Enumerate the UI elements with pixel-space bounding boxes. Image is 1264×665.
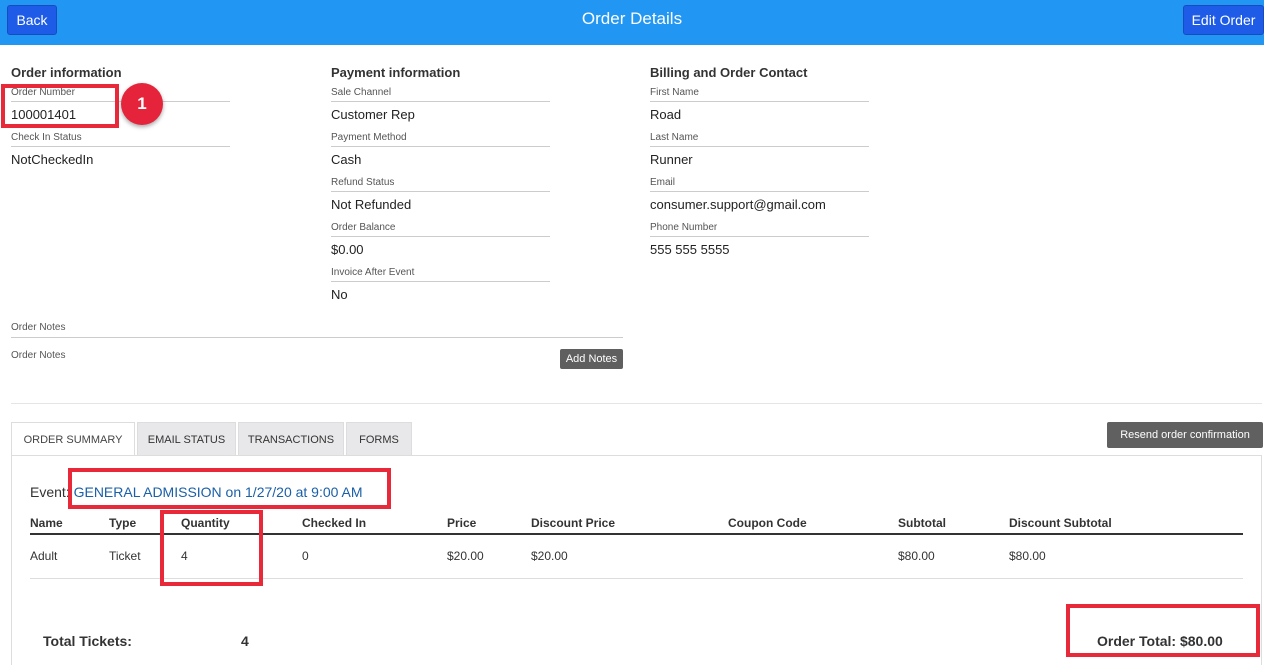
edit-order-button[interactable]: Edit Order	[1183, 5, 1264, 35]
step-number-badge: 1	[121, 83, 163, 125]
field-label: Invoice After Event	[331, 267, 550, 282]
check-in-status-field: Check In Status NotCheckedIn	[11, 132, 230, 177]
billing-contact-heading: Billing and Order Contact	[650, 65, 808, 80]
order-tabs: ORDER SUMMARY EMAIL STATUS TRANSACTIONS …	[11, 422, 414, 456]
field-value: Customer Rep	[331, 107, 415, 122]
cell-name: Adult	[30, 534, 109, 579]
cell-price: $20.00	[447, 534, 531, 579]
total-tickets-value: 4	[241, 633, 249, 649]
tab-forms[interactable]: FORMS	[346, 422, 412, 456]
tab-transactions[interactable]: TRANSACTIONS	[238, 422, 344, 456]
order-notes-section-label: Order Notes	[11, 322, 66, 333]
cell-checked-in: 0	[302, 534, 447, 579]
cell-discount-price: $20.00	[531, 534, 728, 579]
column-header-name: Name	[30, 512, 109, 535]
invoice-after-event-field: Invoice After Event No	[331, 267, 550, 312]
sale-channel-field: Sale Channel Customer Rep	[331, 87, 550, 132]
event-prefix: Event:	[30, 484, 70, 500]
column-header-discount-subtotal: Discount Subtotal	[1009, 512, 1243, 535]
page-title: Order Details	[581, 9, 683, 28]
field-label: Last Name	[650, 132, 869, 147]
cell-subtotal: $80.00	[898, 534, 1009, 579]
divider	[11, 337, 623, 338]
top-bar: Back Order Details Edit Order	[0, 0, 1264, 45]
refund-status-field: Refund Status Not Refunded	[331, 177, 550, 222]
field-label: Phone Number	[650, 222, 869, 237]
highlight-box-order-number	[1, 84, 119, 128]
order-balance-field: Order Balance $0.00	[331, 222, 550, 267]
column-header-price: Price	[447, 512, 531, 535]
order-notes-label: Order Notes	[11, 350, 66, 361]
add-notes-button[interactable]: Add Notes	[560, 349, 623, 369]
order-information-heading: Order information	[11, 65, 122, 80]
field-label: Sale Channel	[331, 87, 550, 102]
field-label: Payment Method	[331, 132, 550, 147]
cell-discount-subtotal: $80.00	[1009, 534, 1243, 579]
tab-email-status[interactable]: EMAIL STATUS	[137, 422, 236, 456]
total-tickets-label: Total Tickets:	[43, 633, 132, 649]
divider	[11, 403, 1262, 404]
field-value: Road	[650, 107, 682, 122]
field-label: Refund Status	[331, 177, 550, 192]
highlight-box-order-total	[1066, 604, 1260, 657]
field-value: consumer.support@gmail.com	[650, 197, 826, 212]
cell-coupon-code	[728, 534, 898, 579]
column-header-subtotal: Subtotal	[898, 512, 1009, 535]
field-value: Runner	[650, 152, 693, 167]
field-value: NotCheckedIn	[11, 152, 94, 167]
field-label: Order Balance	[331, 222, 550, 237]
field-label: Check In Status	[11, 132, 230, 147]
field-value: Not Refunded	[331, 197, 412, 212]
payment-information-heading: Payment information	[331, 65, 461, 80]
first-name-field: First Name Road	[650, 87, 869, 132]
last-name-field: Last Name Runner	[650, 132, 869, 177]
billing-contact-section: Billing and Order Contact First Name Roa…	[650, 65, 869, 267]
resend-confirmation-button[interactable]: Resend order confirmation	[1107, 422, 1263, 448]
email-field: Email consumer.support@gmail.com	[650, 177, 869, 222]
tab-order-summary[interactable]: ORDER SUMMARY	[11, 422, 135, 456]
column-header-checked-in: Checked In	[302, 512, 447, 535]
field-label: Email	[650, 177, 869, 192]
column-header-coupon-code: Coupon Code	[728, 512, 898, 535]
payment-method-field: Payment Method Cash	[331, 132, 550, 177]
highlight-box-event	[68, 468, 391, 509]
phone-number-field: Phone Number 555 555 5555	[650, 222, 869, 267]
field-value: 555 555 5555	[650, 242, 730, 257]
field-value: $0.00	[331, 242, 364, 257]
field-value: Cash	[331, 152, 362, 167]
highlight-box-quantity	[160, 510, 263, 586]
field-label: First Name	[650, 87, 869, 102]
column-header-discount-price: Discount Price	[531, 512, 728, 535]
payment-information-section: Payment information Sale Channel Custome…	[331, 65, 550, 312]
field-value: No	[331, 287, 348, 302]
